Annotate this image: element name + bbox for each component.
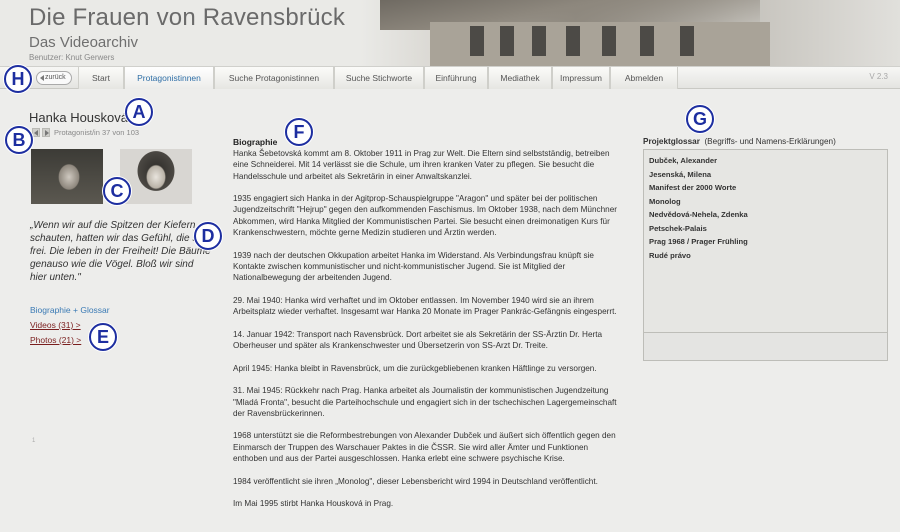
glossary-item[interactable]: Rudé právo [644, 249, 887, 263]
biography-paragraph: 1984 veröffentlicht sie ihren „Monolog",… [233, 476, 598, 486]
biography-paragraph: 1968 unterstützt sie die Reformbestrebun… [233, 431, 616, 464]
biography-paragraph: Hanka Šebetovská kommt am 8. Oktober 191… [233, 149, 610, 181]
header-photo-window [680, 26, 694, 56]
back-arrow-icon [40, 75, 44, 81]
glossary-item[interactable]: Manifest der 2000 Worte [644, 181, 887, 195]
annotation-marker-d: D [194, 222, 222, 250]
annotation-marker-e: E [89, 323, 117, 351]
back-button-label: zurück [45, 74, 66, 81]
annotation-marker-a: A [125, 98, 153, 126]
annotation-marker-f: F [285, 118, 313, 146]
videos-link[interactable]: Videos (31) > [30, 320, 81, 330]
small-marker: 1 [32, 438, 36, 444]
biography-paragraph: 29. Mai 1940: Hanka wird verhaftet und i… [233, 295, 617, 317]
annotation-marker-c: C [103, 177, 131, 205]
header-photo-window [500, 26, 514, 56]
site-subtitle: Das Videoarchiv [29, 34, 138, 51]
nav-protagonistinnen[interactable]: Protagonistinnen [124, 67, 214, 89]
nav-abmelden[interactable]: Abmelden [610, 67, 678, 89]
header-photo-window [566, 26, 580, 56]
glossary-title: Projektglossar (Begriffs- und Namens-Erk… [643, 137, 836, 146]
glossary-list: Dubček, Alexander Jesenská, Milena Manif… [644, 150, 887, 333]
biography-paragraph: 1939 nach der deutschen Okkupation arbei… [233, 250, 594, 283]
glossary-item[interactable]: Nedvědová-Nehela, Zdenka [644, 208, 887, 222]
nav-start[interactable]: Start [78, 67, 124, 89]
header-photo-window [602, 26, 616, 56]
current-user: Benutzer: Knut Gerwers [29, 53, 115, 62]
back-button[interactable]: zurück [36, 71, 72, 85]
annotation-marker-h: H [4, 65, 32, 93]
biography-glossary-link[interactable]: Biographie + Glossar [30, 305, 110, 315]
nav-einfuehrung[interactable]: Einführung [424, 67, 488, 89]
nav-impressum[interactable]: Impressum [552, 67, 610, 89]
biography-heading: Biographie [233, 137, 278, 147]
glossary-subtitle: (Begriffs- und Namens-Erklärungen) [704, 137, 836, 146]
glossary-item[interactable]: Petschek-Palais [644, 222, 887, 236]
nav-suche-protagonistinnen[interactable]: Suche Protagonistinnen [214, 67, 334, 89]
header-photo-window [470, 26, 484, 56]
biography-paragraph: 14. Januar 1942: Transport nach Ravensbr… [233, 329, 603, 351]
biography-paragraph: Im Mai 1995 stirbt Hanka Housková in Pra… [233, 499, 394, 509]
person-name: Hanka Housková [29, 110, 128, 125]
version-label: V 2.3 [869, 72, 888, 81]
glossary-item[interactable]: Prag 1968 / Prager Frühling [644, 235, 887, 249]
portrait-photo-young[interactable] [120, 149, 192, 204]
site-header: Die Frauen von Ravensbrück Das Videoarch… [0, 0, 900, 66]
pager-count: Protagonist/in 37 von 103 [54, 128, 140, 137]
header-photo-window [532, 26, 546, 56]
glossary-item[interactable]: Monolog [644, 195, 887, 209]
annotation-marker-g: G [686, 105, 714, 133]
previous-protagonist-button[interactable] [32, 128, 40, 137]
glossary-item[interactable]: Jesenská, Milena [644, 168, 887, 182]
site-title: Die Frauen von Ravensbrück [29, 4, 346, 31]
glossary-item[interactable]: Dubček, Alexander [644, 154, 887, 168]
next-protagonist-button[interactable] [42, 128, 50, 137]
biography-text: Hanka Šebetovská kommt am 8. Oktober 191… [233, 148, 618, 521]
header-photo-window [640, 26, 654, 56]
glossary-title-label: Projektglossar [643, 137, 700, 146]
biography-paragraph: 31. Mai 1945: Rückkehr nach Prag. Hanka … [233, 386, 617, 418]
nav-suche-stichworte[interactable]: Suche Stichworte [334, 67, 424, 89]
main-nav: zurück Start Protagonistinnen Suche Prot… [0, 66, 900, 89]
person-quote: „Wenn wir auf die Spitzen der Kiefern sc… [30, 220, 211, 283]
glossary-panel: Dubček, Alexander Jesenská, Milena Manif… [643, 149, 888, 361]
annotation-marker-b: B [5, 126, 33, 154]
portrait-photo-old[interactable] [31, 149, 103, 204]
biography-paragraph: 1935 engagiert sich Hanka in der Agitpro… [233, 194, 618, 238]
nav-mediathek[interactable]: Mediathek [488, 67, 552, 89]
photos-link[interactable]: Photos (21) > [30, 335, 81, 345]
biography-paragraph: April 1945: Hanka bleibt in Ravensbrück,… [233, 363, 597, 373]
